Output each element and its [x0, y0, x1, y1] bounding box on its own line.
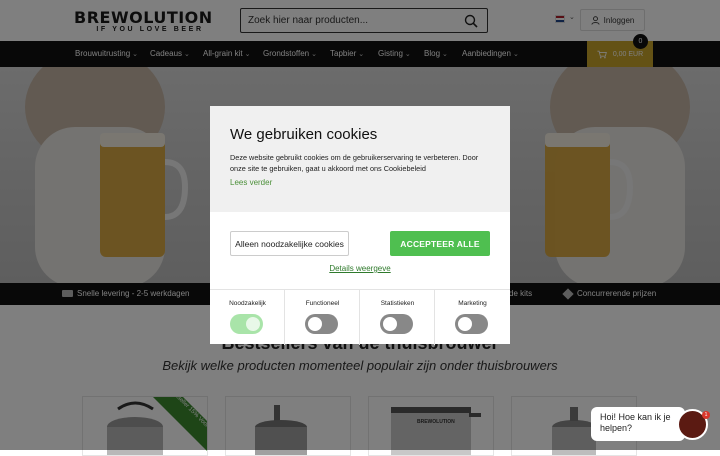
cookie-toggles: Noodzakelijk Functioneel Statistieken Ma…	[210, 289, 510, 345]
cookie-title: We gebruiken cookies	[230, 126, 378, 143]
toggle-group-statistics: Statistieken	[360, 290, 435, 345]
toggle-label-statistics: Statistieken	[380, 300, 415, 307]
read-more-link[interactable]: Lees verder	[230, 178, 272, 187]
chat-bubble[interactable]: Hoi! Hoe kan ik je helpen?	[591, 407, 685, 441]
necessary-cookies-button[interactable]: Alleen noodzakelijke cookies	[230, 231, 349, 256]
cookie-info-section: We gebruiken cookies Deze website gebrui…	[210, 106, 510, 212]
toggle-marketing[interactable]	[455, 314, 488, 334]
accept-all-button[interactable]: ACCEPTEER ALLE	[390, 231, 490, 256]
toggle-label-necessary: Noodzakelijk	[229, 300, 266, 307]
toggle-knob	[458, 317, 472, 331]
chat-unread-badge: 1	[702, 411, 710, 419]
toggle-label-marketing: Marketing	[458, 300, 487, 307]
cookie-consent-dialog: We gebruiken cookies Deze website gebrui…	[210, 106, 510, 345]
toggle-functional[interactable]	[305, 314, 338, 334]
toggle-group-marketing: Marketing	[435, 290, 510, 345]
toggle-statistics[interactable]	[380, 314, 413, 334]
toggle-group-necessary: Noodzakelijk	[210, 290, 285, 345]
toggle-group-functional: Functioneel	[285, 290, 360, 345]
toggle-knob	[246, 317, 260, 331]
details-link[interactable]: Details weergeve	[210, 264, 510, 273]
toggle-label-functional: Functioneel	[305, 300, 340, 307]
toggle-knob	[308, 317, 322, 331]
toggle-necessary[interactable]	[230, 314, 263, 334]
toggle-knob	[383, 317, 397, 331]
cookie-description: Deze website gebruikt cookies om de gebr…	[230, 153, 479, 173]
